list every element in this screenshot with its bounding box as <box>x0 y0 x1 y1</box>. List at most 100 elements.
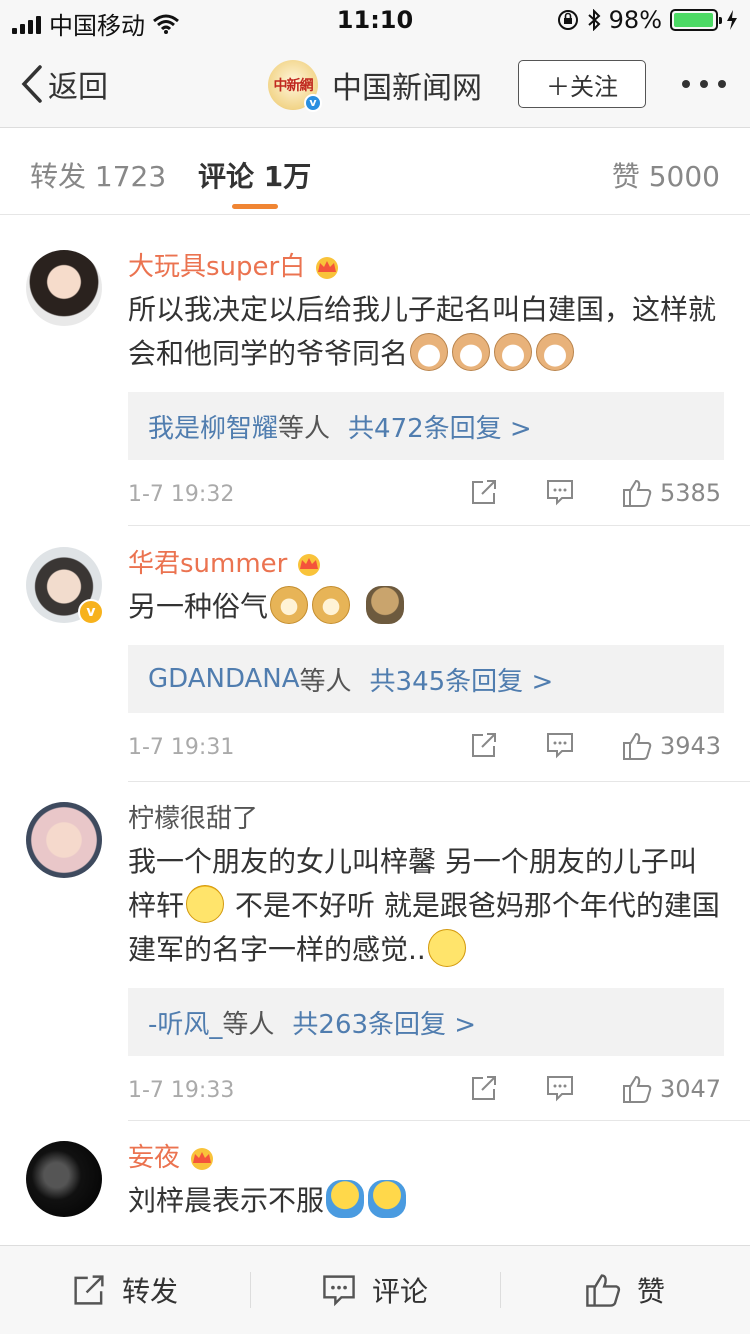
like-icon <box>586 1274 621 1307</box>
avatar[interactable] <box>26 1141 102 1217</box>
more-icon[interactable] <box>682 80 726 88</box>
back-label: 返回 <box>48 70 108 105</box>
comment-body: 柠檬很甜了 我一个朋友的女儿叫梓馨 另一个朋友的儿子叫梓轩 不是不好听 就是跟爸… <box>128 802 724 1124</box>
vip-crown-icon <box>191 1148 214 1170</box>
comment-body: 妄夜 刘梓晨表示不服 <box>128 1141 724 1223</box>
like-button[interactable]: 5385 <box>622 478 721 508</box>
like-button[interactable]: 3943 <box>622 731 721 761</box>
author-name: 华君summer <box>128 549 288 579</box>
comment-author[interactable]: 华君summer <box>128 547 724 581</box>
comment-author[interactable]: 柠檬很甜了 <box>128 802 724 836</box>
follow-button[interactable]: ＋关注 <box>518 60 646 108</box>
replies-preview[interactable]: 我是柳智耀 等人 共472条回复 > <box>128 392 724 460</box>
like-label: 赞 <box>636 1275 665 1308</box>
author-name: 大玩具super白 <box>128 252 306 282</box>
battery-icon <box>670 9 722 31</box>
share-icon[interactable] <box>470 731 498 759</box>
avatar[interactable]: v <box>26 547 104 625</box>
comment-label: 评论 <box>371 1275 428 1308</box>
repost-button[interactable]: 转发 <box>0 1246 250 1334</box>
cat-emoji-icon <box>494 333 533 371</box>
verified-icon: v <box>78 599 104 625</box>
reply-count-link[interactable]: 共345条回复 > <box>370 661 554 698</box>
divider <box>128 781 750 782</box>
battery-percent: 98% <box>608 6 662 34</box>
avatar[interactable] <box>26 802 102 878</box>
comment-text: 我一个朋友的女儿叫梓馨 另一个朋友的儿子叫梓轩 不是不好听 就是跟爸妈那个年代的… <box>128 840 724 972</box>
rotation-lock-icon <box>557 10 578 30</box>
share-icon <box>74 1275 104 1305</box>
author-name: 妄夜 <box>128 1143 181 1173</box>
tab-repost[interactable]: 转发 1723 <box>30 155 166 195</box>
comment-text-content: 刘梓晨表示不服 <box>128 1184 325 1217</box>
divider <box>128 525 750 526</box>
comment-text-content: 另一种俗气 <box>128 590 269 623</box>
comment-icon[interactable] <box>546 731 574 759</box>
reply-author[interactable]: GDANDANA <box>148 664 300 694</box>
comment-body: 华君summer 另一种俗气 GDANDANA 等人 共345条回复 > 1-7… <box>128 547 724 781</box>
replies-preview[interactable]: -听风_ 等人 共263条回复 > <box>128 988 724 1056</box>
account-logo: 中新網 v <box>268 60 322 112</box>
share-icon[interactable] <box>470 478 498 506</box>
back-chevron-icon <box>21 65 42 103</box>
reply-etc: 等人 <box>222 1009 275 1040</box>
author-name: 柠檬很甜了 <box>128 804 259 834</box>
reply-count-link[interactable]: 共472条回复 > <box>348 408 532 445</box>
charging-icon <box>727 10 737 30</box>
bottom-toolbar: 转发 评论 赞 <box>0 1245 750 1334</box>
like-count: 3047 <box>660 1075 722 1103</box>
like-count: 5385 <box>660 479 722 507</box>
account-header[interactable]: 中新網 v 中国新闻网 <box>268 60 482 112</box>
comment-time: 1-7 19:31 <box>128 735 235 760</box>
comment-time: 1-7 19:33 <box>128 1078 235 1103</box>
account-name: 中国新闻网 <box>332 71 482 106</box>
like-button[interactable]: 3047 <box>622 1074 721 1104</box>
comment-button[interactable]: 评论 <box>250 1246 500 1334</box>
doge-emoji-icon <box>270 586 309 624</box>
comment-meta: 1-7 19:33 3047 <box>128 1056 724 1124</box>
comment-time: 1-7 19:32 <box>128 482 235 507</box>
vip-crown-icon <box>316 257 339 279</box>
thinking-emoji-icon <box>427 929 466 967</box>
reply-author[interactable]: -听风_ <box>148 1004 222 1041</box>
replies-preview[interactable]: GDANDANA 等人 共345条回复 > <box>128 645 724 713</box>
like-toolbar-button[interactable]: 赞 <box>500 1246 750 1334</box>
reply-count-link[interactable]: 共263条回复 > <box>292 1004 476 1041</box>
comment-text: 所以我决定以后给我儿子起名叫白建国，这样就会和他同学的爷爷同名 <box>128 288 724 376</box>
reply-etc: 等人 <box>278 413 331 444</box>
status-bar-right: 98% <box>557 6 738 34</box>
like-icon <box>623 1075 652 1103</box>
reply-author[interactable]: 我是柳智耀 <box>148 408 278 445</box>
battery-fill <box>674 13 714 27</box>
divider <box>128 1120 750 1121</box>
shrug-emoji-icon <box>368 1180 407 1218</box>
comment-icon <box>323 1275 355 1307</box>
comment-author[interactable]: 妄夜 <box>128 1141 724 1175</box>
laugh-cry-emoji-icon <box>186 885 225 923</box>
comment-meta: 1-7 19:32 5385 <box>128 460 724 528</box>
tab-likes[interactable]: 赞 5000 <box>612 155 720 195</box>
vip-crown-icon <box>298 554 321 576</box>
shrug-emoji-icon <box>326 1180 365 1218</box>
comment-body: 大玩具super白 所以我决定以后给我儿子起名叫白建国，这样就会和他同学的爷爷同… <box>128 250 724 528</box>
like-icon <box>623 732 652 760</box>
cat-emoji-icon <box>452 333 491 371</box>
comment-text: 刘梓晨表示不服 <box>128 1179 724 1223</box>
active-tab-indicator <box>232 204 278 209</box>
like-count: 3943 <box>660 732 722 760</box>
share-icon[interactable] <box>470 1074 498 1102</box>
tab-comments[interactable]: 评论 1万 <box>198 155 311 195</box>
comment-icon[interactable] <box>546 478 574 506</box>
nav-bar: 返回 中新網 v 中国新闻网 ＋关注 <box>0 40 750 128</box>
cat-emoji-icon <box>410 333 449 371</box>
logo-text: 中新網 <box>273 78 314 94</box>
bluetooth-icon <box>587 9 601 31</box>
back-button[interactable]: 返回 <box>20 62 108 106</box>
avatar[interactable] <box>26 250 102 326</box>
doge-emoji-icon <box>312 586 351 624</box>
comment-icon[interactable] <box>546 1074 574 1102</box>
tab-bar: 转发 1723 评论 1万 赞 5000 <box>0 129 750 215</box>
status-bar: 中国移动 11:10 98% <box>0 0 750 40</box>
comment-author[interactable]: 大玩具super白 <box>128 250 724 284</box>
cat-emoji-icon <box>536 333 575 371</box>
